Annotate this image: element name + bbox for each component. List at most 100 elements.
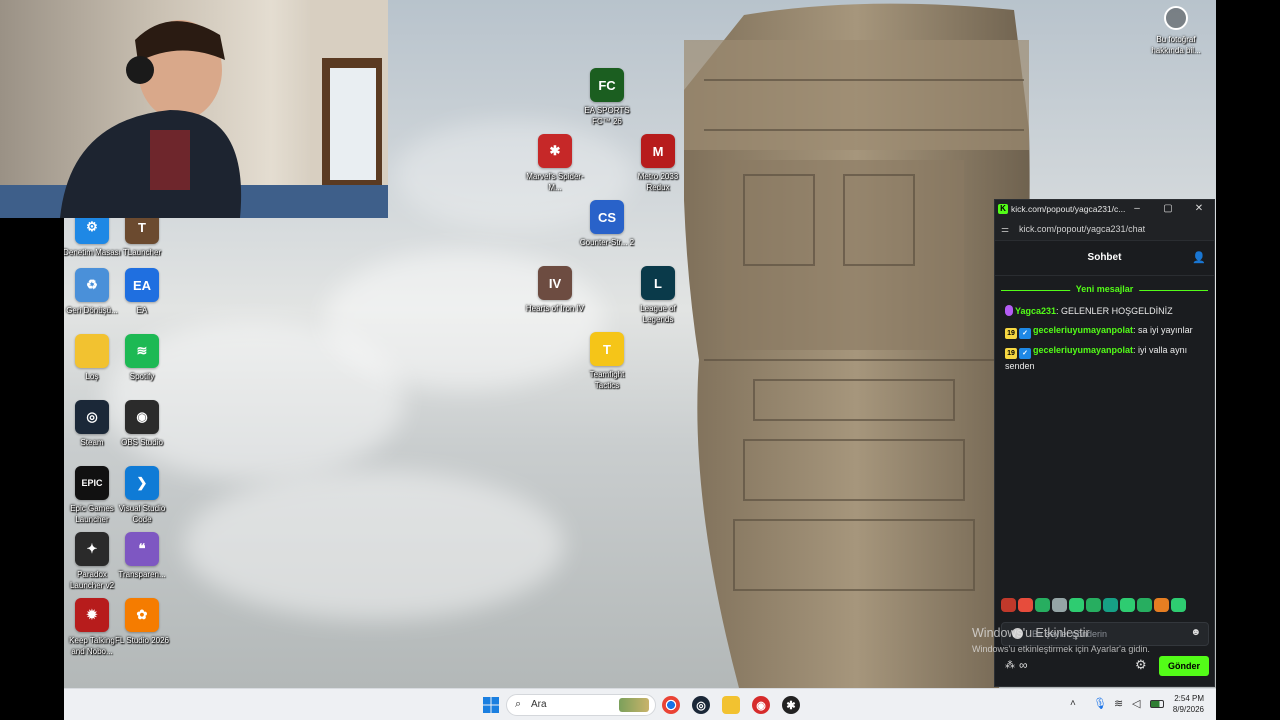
app-icon: IV: [538, 266, 572, 300]
chat-input-placeholder: Bir şeyler gönderin: [1032, 629, 1108, 639]
app-icon: CS: [590, 200, 624, 234]
emote-icon[interactable]: [1103, 598, 1118, 612]
emoji-picker-icon[interactable]: ☻: [1190, 627, 1201, 638]
taskbar-clock[interactable]: 2:54 PM 8/9/2026: [1173, 693, 1204, 715]
verified-badge-icon: ✓: [1019, 348, 1031, 359]
pin-icon[interactable]: ⁂: [1005, 660, 1015, 671]
close-button[interactable]: ✕: [1191, 202, 1207, 216]
desktop-icon[interactable]: FC EA SPORTS FC™ 26: [577, 68, 637, 127]
desktop-icon-label: Visual Studio Code: [118, 504, 166, 524]
emote-icon[interactable]: [1171, 598, 1186, 612]
battery-icon[interactable]: [1150, 700, 1164, 708]
chevron-up-icon[interactable]: ˄: [1070, 698, 1076, 709]
emote-icon[interactable]: [1137, 598, 1152, 612]
chrome-icon[interactable]: [662, 696, 680, 714]
address-bar[interactable]: ⚌ kick.com/popout/yagca231/chat: [995, 219, 1214, 241]
search-placeholder: Ara: [531, 699, 547, 710]
desktop-icon-label: TLauncher: [122, 248, 162, 257]
emote-icon[interactable]: [1154, 598, 1169, 612]
minimize-button[interactable]: –: [1129, 202, 1145, 216]
photo-info-widget[interactable]: Bu fotoğraf hakkında bil...: [1150, 6, 1202, 56]
site-settings-icon[interactable]: ⚌: [1001, 224, 1009, 235]
desktop-icon[interactable]: T Teamfight Tactics: [577, 332, 637, 391]
app-icon: ❝: [125, 532, 159, 566]
app-dark-icon[interactable]: ✱: [782, 696, 800, 714]
chat-title: Sohbet: [1087, 252, 1122, 263]
app-red-icon[interactable]: ◉: [752, 696, 770, 714]
desktop-icon[interactable]: ✱ Marvel's Spider-M...: [525, 134, 585, 193]
wifi-icon[interactable]: ≋: [1114, 697, 1123, 710]
desktop-icon[interactable]: EA EA: [112, 268, 172, 316]
desktop-icon[interactable]: CS Counter-Str... 2: [577, 200, 637, 248]
taskbar: ⌕ Ara ◎ ◉ ✱ ˄ 🎙 ≋ ◁ 2:54 PM 8/9/2026: [64, 688, 1216, 720]
file-explorer-icon[interactable]: [722, 696, 740, 714]
search-highlight-image: [619, 698, 649, 712]
kick-logo-icon: K: [998, 204, 1008, 214]
verified-badge-icon: ✓: [1019, 328, 1031, 339]
emote-icon[interactable]: [1069, 598, 1084, 612]
volume-icon[interactable]: ◁: [1132, 697, 1140, 710]
desktop-icon-label: OBS Studio: [121, 438, 163, 447]
desktop-icon-label: League of Legends: [640, 304, 676, 324]
app-icon: ✹: [75, 598, 109, 632]
desktop-icon[interactable]: ✿ FL Studio 2026: [112, 598, 172, 646]
search-icon: ⌕: [515, 698, 522, 710]
mic-badge-icon: [1005, 305, 1013, 316]
chat-username[interactable]: geceleriuyumayanpolat: [1033, 325, 1133, 335]
send-button[interactable]: Gönder: [1159, 656, 1209, 676]
app-icon: ❯: [125, 466, 159, 500]
chat-message: 19 ✓ geceleriuyumayanpolat: sa iyi yayınla…: [1005, 323, 1206, 339]
camera-icon: [1164, 6, 1188, 30]
emote-icon[interactable]: [1001, 598, 1016, 612]
taskbar-search[interactable]: ⌕ Ara: [506, 694, 656, 716]
microphone-icon[interactable]: 🎙: [1093, 697, 1107, 710]
photo-info-label: Bu fotoğraf hakkında bil...: [1151, 35, 1201, 55]
app-icon: ♻: [75, 268, 109, 302]
desktop-icon[interactable]: IV Hearts of Iron IV: [525, 266, 585, 314]
chat-username[interactable]: Yagca231: [1015, 306, 1056, 316]
desktop-icon-label: Counter-Str... 2: [579, 238, 635, 247]
app-icon: L: [641, 266, 675, 300]
desktop-icon-label: Teamfight Tactics: [589, 370, 625, 390]
app-icon: EA: [125, 268, 159, 302]
settings-gear-icon[interactable]: ⚙: [1135, 657, 1147, 673]
app-icon: ✱: [538, 134, 572, 168]
emote-bar: [1001, 598, 1188, 614]
maximize-button[interactable]: ▢: [1160, 202, 1176, 216]
emoji-left-icon[interactable]: [1012, 628, 1023, 639]
chat-username[interactable]: geceleriuyumayanpolat: [1033, 345, 1133, 355]
clock-time: 2:54 PM: [1174, 694, 1204, 703]
desktop-icon-label: Metro 2033 Redux: [637, 172, 679, 192]
app-icon: ◉: [125, 400, 159, 434]
desktop-icon-label: EA: [136, 306, 148, 315]
chat-message: Yagca231: GELENLER HOŞGELDİNİZ: [1005, 304, 1206, 319]
start-button[interactable]: [482, 696, 500, 714]
desktop-icon-label: Hearts of Iron IV: [525, 304, 585, 313]
desktop-icon[interactable]: ◉ OBS Studio: [112, 400, 172, 448]
chat-popup-window[interactable]: K kick.com/popout/yagca231/c... – ▢ ✕ ⚌ …: [994, 199, 1215, 687]
emote-icon[interactable]: [1086, 598, 1101, 612]
chat-message: 19 ✓ geceleriuyumayanpolat: iyi valla aynı…: [1005, 343, 1206, 374]
new-messages-label: Yeni mesajlar: [1069, 284, 1140, 294]
emote-icon[interactable]: [1120, 598, 1135, 612]
screen: ⚙ Denetim Masası T TLauncher ♻ Geri Dönüşü...…: [0, 0, 1280, 720]
emote-icon[interactable]: [1018, 598, 1033, 612]
window-title: kick.com/popout/yagca231/c...: [1011, 204, 1126, 214]
infinity-icon[interactable]: ∞: [1019, 658, 1028, 672]
desktop-icon[interactable]: ❯ Visual Studio Code: [112, 466, 172, 525]
steam-taskbar-icon[interactable]: ◎: [692, 696, 710, 714]
new-messages-divider: Yeni mesajlar: [1001, 282, 1208, 300]
app-icon: FC: [590, 68, 624, 102]
chat-titlebar[interactable]: K kick.com/popout/yagca231/c... – ▢ ✕: [995, 200, 1214, 219]
clock-date: 8/9/2026: [1172, 705, 1204, 714]
desktop-icon[interactable]: M Metro 2033 Redux: [628, 134, 688, 193]
users-icon[interactable]: 👤: [1192, 251, 1206, 264]
desktop-icon[interactable]: ≋ Spotify: [112, 334, 172, 382]
desktop-icon[interactable]: ❝ Transparen...: [112, 532, 172, 580]
chat-input[interactable]: Bir şeyler gönderin ☻: [1001, 622, 1209, 646]
emote-icon[interactable]: [1052, 598, 1067, 612]
desktop-icon-label: FL Studio 2026: [115, 636, 169, 645]
desktop-icon-label: EA SPORTS FC™ 26: [584, 106, 630, 126]
desktop-icon[interactable]: L League of Legends: [628, 266, 688, 325]
emote-icon[interactable]: [1035, 598, 1050, 612]
